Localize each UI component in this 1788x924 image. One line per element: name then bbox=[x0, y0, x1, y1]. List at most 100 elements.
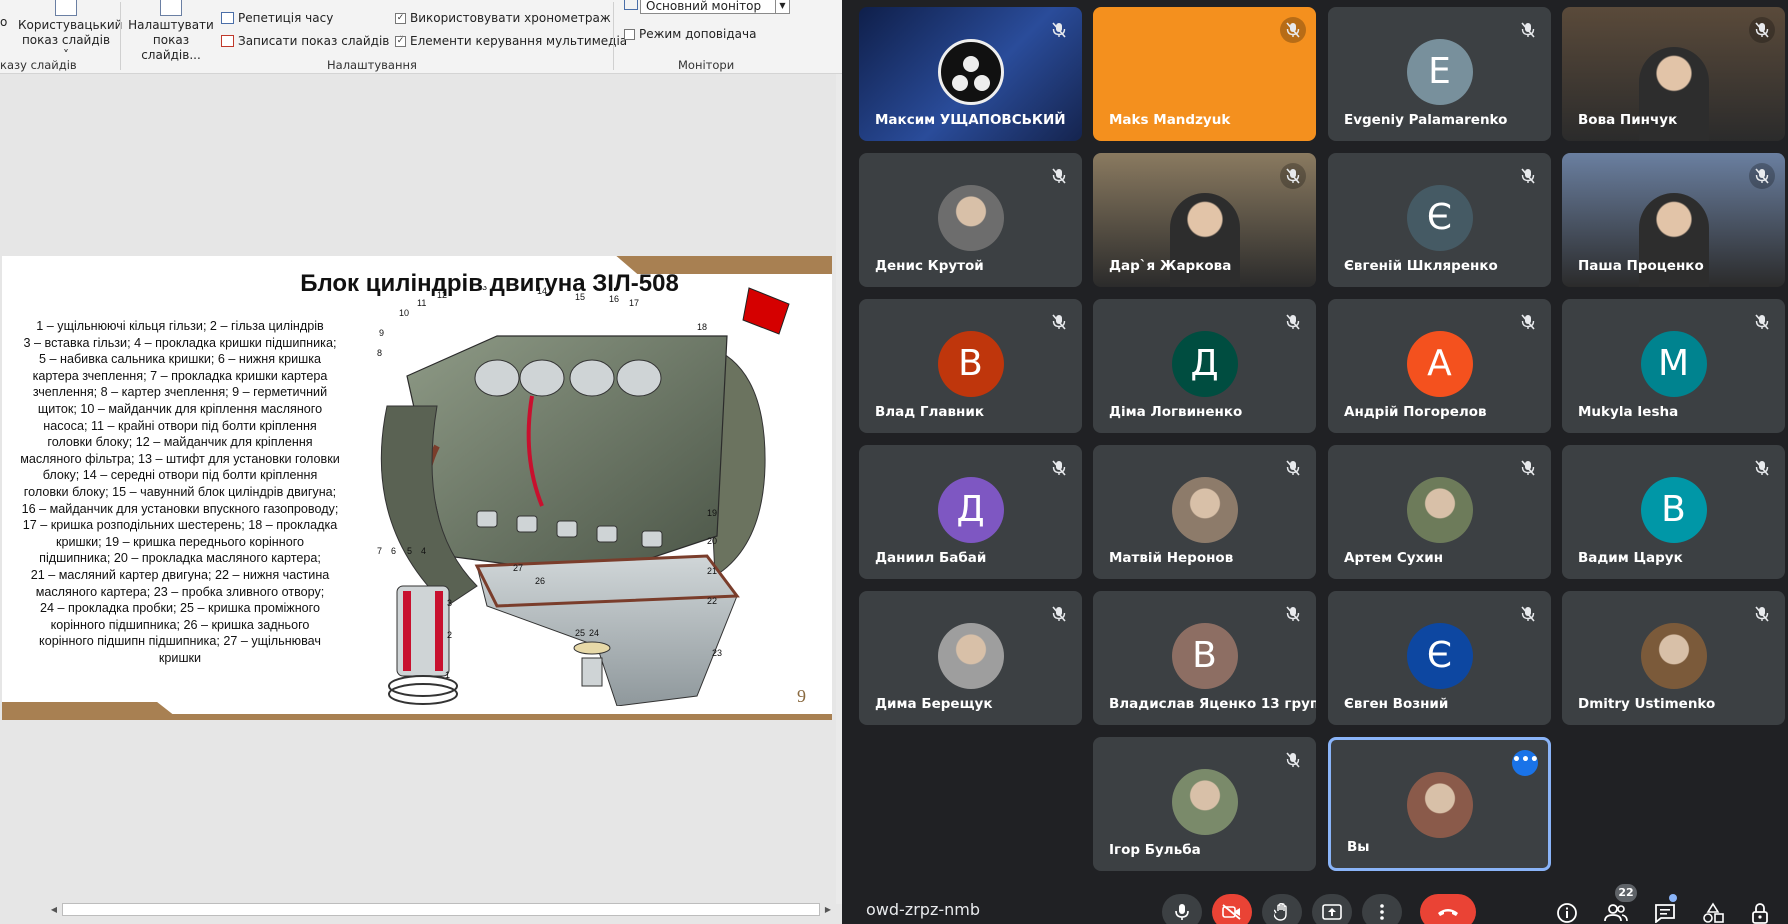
participant-tile[interactable]: Паша Проценко bbox=[1562, 153, 1785, 287]
callout-number: 19 bbox=[707, 508, 717, 518]
mic-off-icon bbox=[1515, 17, 1541, 43]
avatar: Є bbox=[1406, 623, 1473, 689]
present-button[interactable] bbox=[1312, 894, 1352, 924]
participant-name: Матвій Неронов bbox=[1109, 550, 1234, 566]
participant-tile[interactable]: В Владислав Яценко 13 група bbox=[1093, 591, 1316, 725]
mic-off-icon bbox=[1280, 163, 1306, 189]
callout-number: 3 bbox=[447, 598, 452, 608]
callout-number: 24 bbox=[589, 628, 599, 638]
participant-tile[interactable]: M Mukyla Iesha bbox=[1562, 299, 1785, 433]
participant-name: Євген Возний bbox=[1344, 696, 1449, 712]
callout-number: 27 bbox=[513, 563, 523, 573]
setup-show-button[interactable]: Налаштувати показ слайдів... bbox=[126, 0, 216, 63]
participant-tile[interactable]: E Evgeniy Palamarenko bbox=[1328, 7, 1551, 141]
chat-notification-dot bbox=[1669, 894, 1677, 902]
mic-off-icon bbox=[1515, 163, 1541, 189]
legend-line: зчеплення; 8 – картер зчеплення; 9 – гер… bbox=[32, 385, 328, 400]
custom-show-icon bbox=[55, 0, 77, 16]
slide[interactable]: Блок циліндрів двигуна ЗІЛ-508 1 – ущіль… bbox=[2, 256, 832, 720]
mic-off-icon bbox=[1515, 601, 1541, 627]
participant-tile[interactable]: Матвій Неронов bbox=[1093, 445, 1316, 579]
meet-window: Максим УЩАПОВСЬКИЙ Maks Mandzyuk E Evgeniy … bbox=[842, 0, 1788, 924]
legend-line: блоку; 14 – середні отвори під болти крі… bbox=[42, 468, 318, 483]
participant-name: Денис Крутой bbox=[875, 258, 984, 274]
callout-number: 26 bbox=[535, 576, 545, 586]
callout-number: 9 bbox=[379, 328, 384, 338]
participant-tile[interactable]: В Влад Главник bbox=[859, 299, 1082, 433]
custom-show-label-2: показ слайдів bbox=[21, 33, 111, 47]
participant-tile[interactable]: Є Євген Возний bbox=[1328, 591, 1551, 725]
scroll-left-icon[interactable]: ◀ bbox=[48, 903, 60, 916]
rehearse-timings-button[interactable]: Репетиція часу bbox=[221, 9, 333, 27]
record-show-button[interactable]: Записати показ слайдів ˅ bbox=[221, 32, 404, 50]
participant-tile[interactable]: Д Діма Логвиненко bbox=[1093, 299, 1316, 433]
participant-name: Паша Проценко bbox=[1578, 258, 1704, 274]
callout-number: 13 bbox=[477, 286, 487, 292]
legend-line: щиток; 10 – майданчик для кріплення масл… bbox=[37, 401, 323, 416]
participant-tile[interactable]: ••• Вы bbox=[1328, 737, 1551, 871]
legend-line: головки блоку; 15 – чавунний блок цилінд… bbox=[23, 484, 337, 499]
participant-tile[interactable]: Ігор Бульба bbox=[1093, 737, 1316, 871]
participant-tile[interactable]: Dmitry Ustimenko bbox=[1562, 591, 1785, 725]
participant-name: Дима Берещук bbox=[875, 696, 993, 712]
monitor-select[interactable]: Основний монітор ▼ bbox=[640, 0, 790, 14]
lock-person-icon bbox=[1752, 903, 1768, 924]
meeting-details-button[interactable] bbox=[1554, 900, 1580, 924]
use-timings-checkbox[interactable]: ✓ Використовувати хронометраж bbox=[395, 9, 611, 27]
obs-logo-icon bbox=[937, 39, 1004, 105]
microphone-icon bbox=[1175, 904, 1189, 920]
callout-number: 15 bbox=[575, 292, 585, 302]
more-options-self-button[interactable]: ••• bbox=[1512, 750, 1539, 776]
leave-call-button[interactable] bbox=[1420, 894, 1476, 924]
avatar-photo bbox=[937, 623, 1004, 689]
chat-button[interactable] bbox=[1652, 900, 1678, 924]
scroll-thumb[interactable] bbox=[62, 903, 820, 916]
callout-number: 6 bbox=[391, 546, 396, 556]
legend-line: 16 – майданчик для установки впускного г… bbox=[21, 501, 339, 516]
participant-tile[interactable]: В Вадим Царук bbox=[1562, 445, 1785, 579]
legend-line: кришки bbox=[158, 650, 202, 665]
custom-show-button[interactable]: Користувацький показ слайдів ˅ bbox=[18, 0, 122, 63]
people-button[interactable] bbox=[1603, 900, 1629, 924]
legend-line: насоса; 11 – крайні отвори під болти крі… bbox=[43, 418, 317, 433]
participant-tile[interactable]: Артем Сухин bbox=[1328, 445, 1551, 579]
mic-off-icon bbox=[1046, 17, 1072, 43]
avatar: В bbox=[1171, 623, 1238, 689]
camera-button[interactable] bbox=[1212, 894, 1252, 924]
host-controls-button[interactable] bbox=[1748, 900, 1774, 924]
activities-shapes-icon bbox=[1703, 902, 1724, 923]
participant-tile[interactable]: Максим УЩАПОВСЬКИЙ bbox=[859, 7, 1082, 141]
participant-name: Діма Логвиненко bbox=[1109, 404, 1243, 420]
microphone-button[interactable] bbox=[1162, 894, 1202, 924]
phone-hangup-icon bbox=[1438, 909, 1458, 916]
legend-line: кришки; 19 – кришка переднього корінного bbox=[55, 534, 305, 549]
participant-name: Вы bbox=[1347, 839, 1370, 855]
participant-tile[interactable]: Вова Пинчук bbox=[1562, 7, 1785, 141]
legend-line: корінного підшипн підшипника; 27 – ущіль… bbox=[39, 634, 321, 649]
avatar-photo bbox=[1171, 477, 1238, 543]
callout-number: 12 bbox=[437, 290, 447, 300]
callout-number: 4 bbox=[421, 546, 426, 556]
participant-name: Вадим Царук bbox=[1578, 550, 1683, 566]
checkbox-unchecked-icon bbox=[624, 28, 635, 40]
scroll-right-icon[interactable]: ▶ bbox=[822, 903, 834, 916]
mic-off-icon bbox=[1749, 17, 1775, 43]
use-timings-label: Використовувати хронометраж bbox=[410, 11, 611, 25]
participant-tile[interactable]: А Андрій Погорелов bbox=[1328, 299, 1551, 433]
participant-tile[interactable]: Денис Крутой bbox=[859, 153, 1082, 287]
group-label-monitors: Монітори bbox=[678, 58, 735, 72]
participant-tile[interactable]: Дар`я Жаркова bbox=[1093, 153, 1316, 287]
more-options-button[interactable] bbox=[1362, 894, 1402, 924]
avatar: E bbox=[1406, 39, 1473, 105]
participant-tile[interactable]: Д Даниил Бабай bbox=[859, 445, 1082, 579]
raise-hand-button[interactable] bbox=[1262, 894, 1302, 924]
rehearse-label: Репетиція часу bbox=[238, 11, 334, 25]
participant-tile[interactable]: Є Євгеній Шкляренко bbox=[1328, 153, 1551, 287]
horizontal-scrollbar[interactable]: ◀ ▶ bbox=[0, 900, 836, 918]
mic-off-icon bbox=[1280, 17, 1306, 43]
media-controls-checkbox[interactable]: ✓ Елементи керування мультимедіа bbox=[395, 32, 627, 50]
presenter-view-checkbox[interactable]: Режим доповідача bbox=[624, 25, 756, 43]
participant-tile[interactable]: Дима Берещук bbox=[859, 591, 1082, 725]
activities-button[interactable] bbox=[1700, 900, 1726, 924]
participant-tile[interactable]: Maks Mandzyuk bbox=[1093, 7, 1316, 141]
